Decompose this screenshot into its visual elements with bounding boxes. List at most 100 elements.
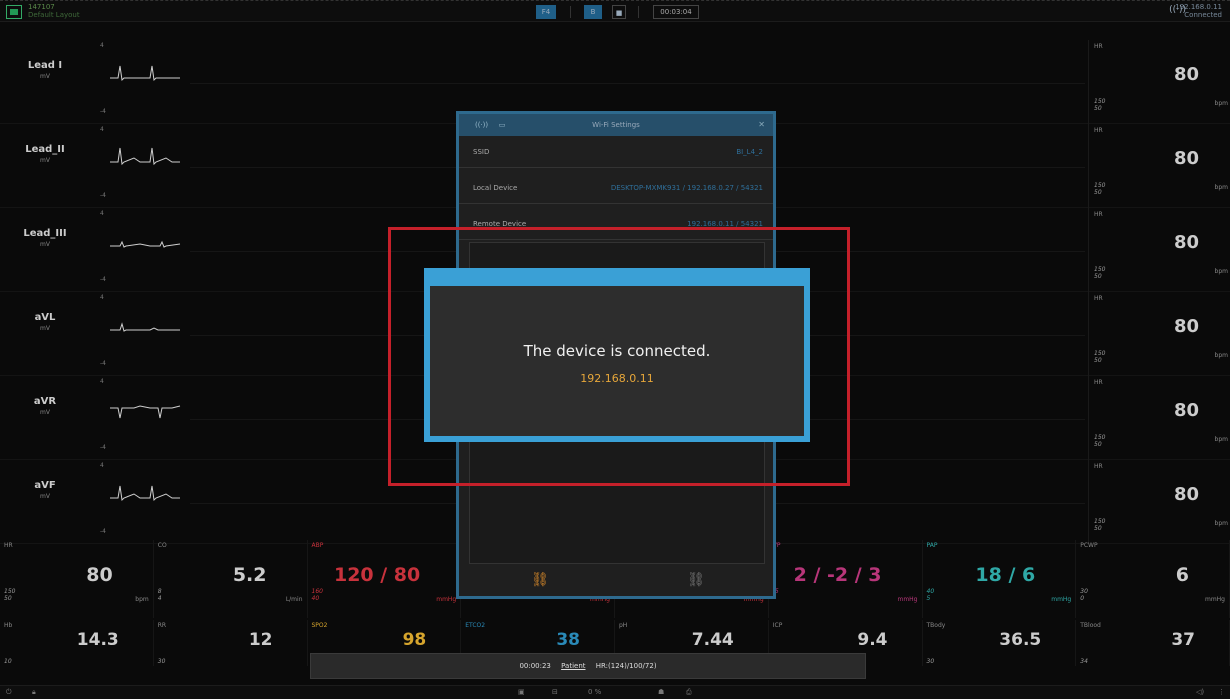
lead-name[interactable]: aVF	[10, 480, 80, 491]
scale-top: 4	[100, 378, 104, 385]
param-panel[interactable]: PCWP 6 30 0 mmHg	[1076, 540, 1230, 618]
lead-name[interactable]: Lead_III	[10, 228, 80, 239]
param-label: ETCO2	[465, 622, 486, 629]
scale-top: 4	[100, 42, 104, 49]
hr-unit: bpm	[1214, 100, 1228, 107]
alarm-text: HR:(124)/100/72)	[595, 662, 657, 670]
hr-panel[interactable]: HR 80 150 50 bpm	[1088, 292, 1230, 376]
param-label: HR	[4, 542, 13, 549]
ssid-label: SSID	[473, 148, 490, 156]
toolbar-separator	[570, 6, 571, 18]
param-label: TBody	[926, 622, 946, 629]
param-limits: 160 40	[312, 588, 323, 602]
print-icon[interactable]: ⎙	[686, 688, 692, 697]
scale-top: 4	[100, 126, 104, 133]
scale-bottom: -4	[100, 444, 106, 451]
local-device-row[interactable]: Local Device DESKTOP-MXMK931 / 192.168.0…	[459, 172, 773, 204]
param-limits: 30 0	[1080, 588, 1088, 602]
ecg-waveform	[110, 405, 181, 419]
param-value: 120 / 80	[333, 564, 421, 586]
lead-unit: mV	[40, 325, 50, 332]
wifi-status[interactable]: ((·)) 192.168.0.11 Connected	[1169, 3, 1222, 19]
layout-name: Default Layout	[28, 11, 80, 19]
lead-unit: mV	[40, 73, 50, 80]
record-icon[interactable]: ⊟	[552, 688, 558, 696]
close-icon[interactable]: ✕	[758, 114, 765, 136]
hr-panel[interactable]: HR 80 150 50 bpm	[1088, 40, 1230, 124]
alarm-time: 00:00:23	[519, 662, 551, 670]
alarm-bar[interactable]: 00:00:23 Patient HR:(124)/100/72)	[310, 653, 866, 679]
param-label: pH	[619, 622, 628, 629]
param-unit: bpm	[135, 596, 149, 603]
param-unit: L/min	[285, 596, 303, 603]
hr-limit-low: 50	[1094, 357, 1102, 364]
lead-name[interactable]: aVL	[10, 312, 80, 323]
hr-limit-low: 50	[1094, 441, 1102, 448]
local-device-label: Local Device	[473, 184, 518, 192]
mode-button-a[interactable]: F4	[536, 5, 556, 19]
scale-top: 4	[100, 462, 104, 469]
connect-icon[interactable]: ⛓	[525, 572, 555, 588]
lead-name[interactable]: Lead_II	[10, 144, 80, 155]
wifi-icon: ((·))	[1169, 5, 1186, 15]
param-panel[interactable]: TBody 36.5 30	[923, 620, 1077, 666]
hr-value: 80	[1174, 148, 1200, 169]
param-panel[interactable]: TBlood 37 34	[1076, 620, 1230, 666]
ecg-waveform	[110, 65, 180, 82]
param-label: PAP	[926, 542, 938, 549]
param-panel[interactable]: RR 12 30	[154, 620, 308, 666]
param-panel[interactable]: HR 80 150 50 bpm	[0, 540, 154, 618]
hr-unit: bpm	[1214, 268, 1228, 275]
param-limit-low: 50	[4, 595, 12, 602]
param-panel[interactable]: CO 5.2 8 4 L/min	[154, 540, 308, 618]
progress-percent: 0 %	[588, 688, 602, 696]
stop-button[interactable]: ■	[612, 5, 626, 19]
param-value: 98	[402, 630, 427, 650]
lead-name[interactable]: Lead I	[10, 60, 80, 71]
param-panel[interactable]: VP2 / -2 / 3-5mmHg	[769, 540, 923, 618]
param-value: 36.5	[999, 630, 1042, 650]
menu-icon[interactable]: ⋮	[1218, 688, 1225, 696]
app-logo-icon	[6, 5, 22, 19]
status-bar: ⏻ 🔒︎ ▣ ⊟ 0 % ☗ ⎙ ◁) ⋮	[0, 685, 1230, 699]
group-icon[interactable]: ☗	[658, 688, 664, 696]
hr-value: 80	[1174, 316, 1200, 337]
param-value: 38	[556, 630, 580, 650]
hr-panel[interactable]: HR 80 150 50 bpm	[1088, 460, 1230, 544]
hr-limit-low: 50	[1094, 105, 1102, 112]
param-limit-low: 10	[4, 658, 12, 665]
param-limit-low: 30	[157, 658, 166, 665]
screen-icon[interactable]: ▣	[518, 688, 525, 696]
param-limits: 84	[158, 588, 162, 602]
param-label: RR	[157, 622, 167, 629]
param-panel[interactable]: PAP 18 / 6 40 5 mmHg	[923, 540, 1077, 618]
mode-button-b[interactable]: B	[584, 5, 602, 19]
hr-panel[interactable]: HR 80 150 50 bpm	[1088, 124, 1230, 208]
hr-value: 80	[1174, 64, 1200, 85]
ecg-waveform	[110, 322, 180, 332]
param-panel[interactable]: Hb 14.3 10	[0, 620, 154, 666]
hr-limit-high: 150	[1094, 266, 1106, 273]
hr-panel[interactable]: HR 80 150 50 bpm	[1088, 376, 1230, 460]
hr-panel[interactable]: HR 80 150 50 bpm	[1088, 208, 1230, 292]
param-limit-high: 160	[311, 588, 323, 595]
volume-icon[interactable]: ◁)	[1196, 688, 1204, 696]
param-unit: mmHg	[1051, 596, 1072, 603]
param-limits: 10	[4, 658, 12, 665]
param-value: 12	[248, 630, 273, 650]
alarm-event-link[interactable]: Patient	[561, 662, 585, 670]
power-icon[interactable]: ⏻	[6, 688, 12, 697]
disconnect-icon[interactable]: ⛓	[681, 572, 711, 588]
device-icon[interactable]: ▭	[497, 120, 507, 130]
ssid-row[interactable]: SSID BI_L4_2	[459, 136, 773, 168]
ecg-waveform	[110, 147, 180, 166]
lock-icon[interactable]: 🔒︎	[32, 688, 36, 697]
patient-info: 147107 Default Layout	[28, 3, 80, 19]
param-limit-low: 40	[311, 595, 320, 602]
wifi-icon[interactable]: ((·))	[475, 120, 488, 130]
hr-limit-high: 150	[1094, 350, 1106, 357]
lead-unit: mV	[40, 157, 50, 164]
hr-limits: 150 50	[1094, 434, 1105, 448]
lead-name[interactable]: aVR	[10, 396, 80, 407]
param-panel[interactable]: ABP 120 / 80 160 40 mmHg	[308, 540, 462, 618]
